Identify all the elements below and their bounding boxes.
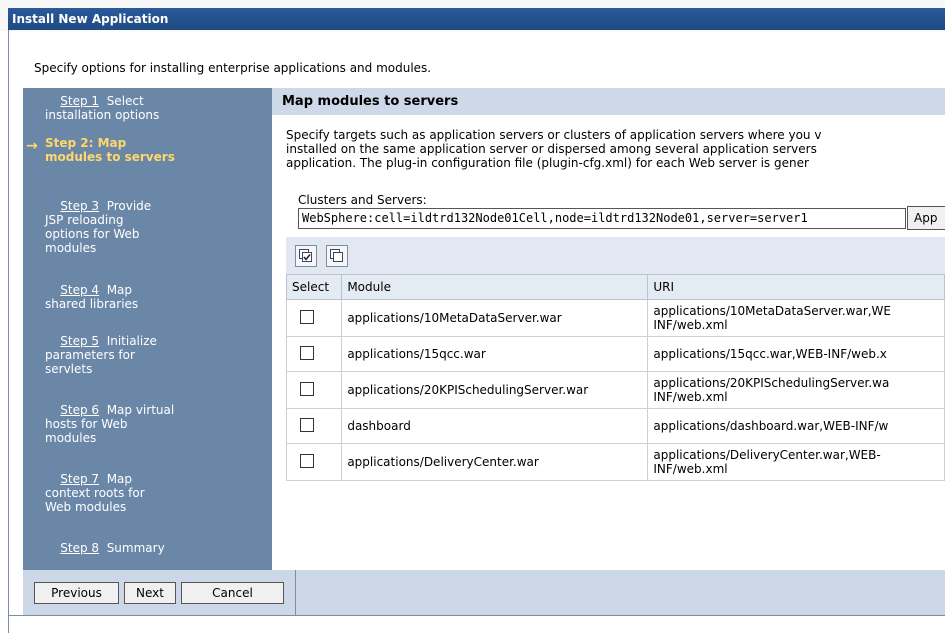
step-6-label: Map virtual bbox=[106, 403, 175, 417]
wizard-footer: Previous Next Cancel bbox=[23, 570, 945, 615]
step-6-label-2: hosts for Web bbox=[45, 417, 128, 431]
step-5-link[interactable]: Step 5 bbox=[60, 334, 99, 348]
select-cell bbox=[285, 299, 343, 337]
step-3-label-4: modules bbox=[45, 241, 97, 255]
row-checkbox[interactable] bbox=[300, 345, 314, 360]
next-button[interactable]: Next bbox=[124, 582, 176, 604]
current-step-arrow-icon: → bbox=[26, 138, 38, 154]
content-panel: Map modules to servers Specify targets s… bbox=[272, 88, 945, 570]
header-uri: URI bbox=[647, 274, 945, 300]
row-checkbox[interactable] bbox=[300, 453, 314, 468]
module-cell: applications/15qcc.war bbox=[341, 336, 649, 372]
select-all-icon[interactable] bbox=[295, 245, 317, 267]
step-3-link[interactable]: Step 3 bbox=[60, 199, 99, 213]
table-row: applications/DeliveryCenter.war applicat… bbox=[285, 443, 945, 481]
row-checkbox[interactable] bbox=[300, 381, 314, 396]
row-checkbox[interactable] bbox=[300, 417, 314, 432]
table-row: applications/15qcc.war applications/15qc… bbox=[285, 336, 945, 372]
select-cell bbox=[285, 371, 343, 409]
step-4-label: Map bbox=[106, 283, 133, 297]
module-cell: dashboard bbox=[341, 408, 649, 444]
uri-line-1: applications/20KPISchedulingServer.wa bbox=[653, 376, 890, 390]
table-header-row: Select Module URI bbox=[285, 274, 945, 300]
step-1[interactable]: Step 1 Select installation options bbox=[45, 94, 245, 122]
step-8-label: Summary bbox=[106, 541, 165, 555]
row-checkbox[interactable] bbox=[300, 309, 314, 324]
select-cell bbox=[285, 443, 343, 481]
header-select: Select bbox=[285, 274, 343, 300]
uri-cell: applications/15qcc.war,WEB-INF/web.x bbox=[647, 336, 945, 372]
step-7-label-2: context roots for bbox=[45, 486, 145, 500]
uri-cell: applications/DeliveryCenter.war,WEB- INF/… bbox=[647, 443, 945, 481]
uri-line-2: INF/web.xml bbox=[653, 462, 728, 476]
step-4-label-2: shared libraries bbox=[45, 297, 139, 311]
deselect-all-icon[interactable] bbox=[326, 245, 348, 267]
intro-text: Specify options for installing enterpris… bbox=[34, 61, 432, 75]
step-7[interactable]: Step 7 Map context roots for Web modules bbox=[45, 472, 245, 514]
clusters-label: Clusters and Servers: bbox=[298, 193, 427, 207]
apply-button[interactable]: App bbox=[907, 206, 945, 230]
step-3-label: Provide bbox=[106, 199, 152, 213]
step-6-link[interactable]: Step 6 bbox=[60, 403, 99, 417]
step-3-label-2: JSP reloading bbox=[45, 213, 124, 227]
step-2-label-2: modules to servers bbox=[45, 150, 175, 164]
step-2-current: Step 2: Map modules to servers bbox=[45, 136, 245, 164]
page-title: Map modules to servers bbox=[272, 88, 945, 115]
step-7-link[interactable]: Step 7 bbox=[60, 472, 99, 486]
description: Specify targets such as application serv… bbox=[286, 128, 945, 170]
step-4[interactable]: Step 4 Map shared libraries bbox=[45, 283, 245, 311]
uri-line-1: applications/10MetaDataServer.war,WE bbox=[653, 304, 892, 318]
step-3-label-3: options for Web bbox=[45, 227, 140, 241]
footer-divider bbox=[295, 570, 296, 615]
module-cell: applications/DeliveryCenter.war bbox=[341, 443, 649, 481]
module-cell: applications/10MetaDataServer.war bbox=[341, 299, 649, 337]
table-row: applications/20KPISchedulingServer.war a… bbox=[285, 371, 945, 409]
step-5[interactable]: Step 5 Initialize parameters for servlet… bbox=[45, 334, 245, 376]
uri-cell: applications/20KPISchedulingServer.wa INF… bbox=[647, 371, 945, 409]
step-7-label-3: Web modules bbox=[45, 500, 127, 514]
bottom-border bbox=[8, 615, 945, 616]
step-8[interactable]: Step 8 Summary bbox=[45, 541, 245, 555]
step-6-label-3: modules bbox=[45, 431, 97, 445]
modules-table: Select Module URI applications/10MetaDat… bbox=[285, 274, 945, 481]
uri-line-2: INF/web.xml bbox=[653, 390, 728, 404]
step-7-label: Map bbox=[106, 472, 133, 486]
module-cell: applications/20KPISchedulingServer.war bbox=[341, 371, 649, 409]
step-5-label: Initialize bbox=[106, 334, 157, 348]
description-line-3: application. The plug-in configuration f… bbox=[286, 156, 809, 170]
clusters-servers-select[interactable]: WebSphere:cell=ildtrd132Node01Cell,node=… bbox=[298, 208, 906, 229]
description-line-2: installed on the same application server… bbox=[286, 142, 817, 156]
uri-cell: applications/dashboard.war,WEB-INF/w bbox=[647, 408, 945, 444]
select-cell bbox=[285, 336, 343, 372]
window-title: Install New Application bbox=[8, 8, 945, 30]
step-2-label: Step 2: Map bbox=[45, 136, 127, 150]
step-5-label-2: parameters for bbox=[45, 348, 135, 362]
select-cell bbox=[285, 408, 343, 444]
step-1-link[interactable]: Step 1 bbox=[60, 94, 99, 108]
step-8-link[interactable]: Step 8 bbox=[60, 541, 99, 555]
step-4-link[interactable]: Step 4 bbox=[60, 283, 99, 297]
step-3[interactable]: Step 3 Provide JSP reloading options for… bbox=[45, 199, 245, 255]
uri-line-2: INF/web.xml bbox=[653, 318, 728, 332]
cancel-button[interactable]: Cancel bbox=[181, 582, 284, 604]
step-6[interactable]: Step 6 Map virtual hosts for Web modules bbox=[45, 403, 245, 445]
step-5-label-3: servlets bbox=[45, 362, 93, 376]
uri-cell: applications/10MetaDataServer.war,WE INF/… bbox=[647, 299, 945, 337]
title-bar: Install New Application bbox=[0, 0, 945, 31]
step-1-label: Select bbox=[106, 94, 144, 108]
previous-button[interactable]: Previous bbox=[34, 582, 119, 604]
uri-line-1: applications/DeliveryCenter.war,WEB- bbox=[653, 448, 881, 462]
table-row: applications/10MetaDataServer.war applic… bbox=[285, 299, 945, 337]
table-toolbar bbox=[286, 237, 945, 274]
description-line-1: Specify targets such as application serv… bbox=[286, 128, 822, 142]
table-row: dashboard applications/dashboard.war,WEB… bbox=[285, 408, 945, 444]
header-module: Module bbox=[341, 274, 649, 300]
step-1-label-2: installation options bbox=[45, 108, 160, 122]
